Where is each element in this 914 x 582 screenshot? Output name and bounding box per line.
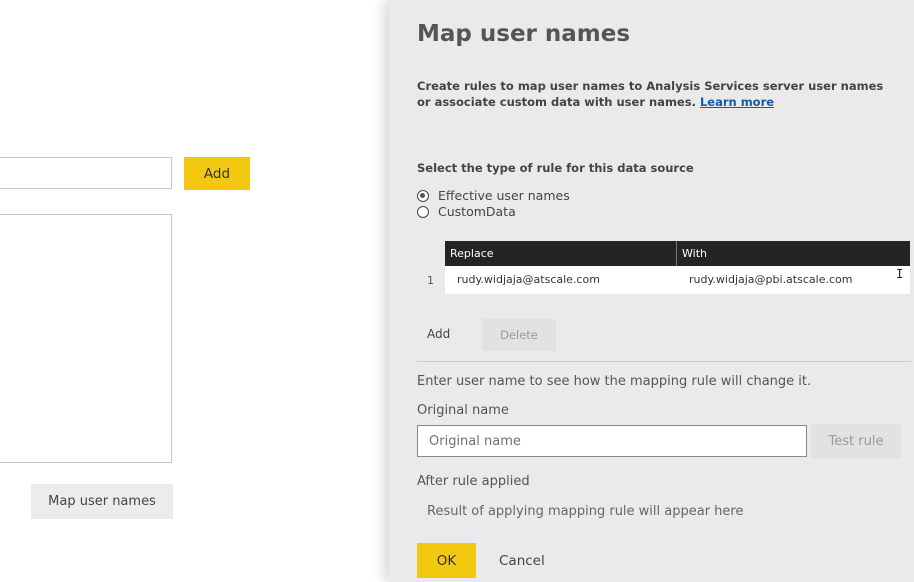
- rules-table-header: Replace With: [445, 241, 910, 266]
- result-text: Result of applying mapping rule will app…: [427, 504, 744, 519]
- column-header-with: With: [682, 247, 707, 260]
- radio-effective-user-names[interactable]: Effective user names: [417, 188, 570, 203]
- radio-selected-icon[interactable]: [417, 189, 429, 202]
- table-row[interactable]: rudy.widjaja@atscale.com rudy.widjaja@pb…: [445, 266, 910, 294]
- map-user-names-button[interactable]: Map user names: [31, 484, 173, 519]
- radio-label: CustomData: [438, 204, 516, 219]
- map-user-names-panel: Map user names Create rules to map user …: [389, 0, 914, 582]
- add-rule-button[interactable]: Add: [427, 327, 450, 341]
- background-text-input[interactable]: [0, 157, 172, 189]
- cancel-button[interactable]: Cancel: [499, 553, 545, 569]
- after-rule-label: After rule applied: [417, 474, 530, 489]
- test-rule-button[interactable]: Test rule: [811, 424, 901, 458]
- learn-more-link[interactable]: Learn more: [700, 95, 774, 109]
- ok-button[interactable]: OK: [417, 543, 476, 578]
- original-name-input[interactable]: [417, 425, 807, 457]
- background-list-box[interactable]: [0, 214, 172, 463]
- replace-cell[interactable]: rudy.widjaja@atscale.com: [457, 266, 600, 294]
- radio-customdata[interactable]: CustomData: [417, 204, 516, 219]
- description-text: Create rules to map user names to Analys…: [417, 79, 884, 109]
- background-add-button[interactable]: Add: [184, 157, 250, 190]
- row-number: 1: [427, 274, 434, 287]
- divider: [417, 361, 911, 362]
- test-hint-text: Enter user name to see how the mapping r…: [417, 374, 812, 389]
- panel-description: Create rules to map user names to Analys…: [417, 78, 897, 110]
- radio-unselected-icon[interactable]: [417, 205, 429, 218]
- delete-rule-button[interactable]: Delete: [482, 319, 556, 351]
- original-name-label: Original name: [417, 403, 509, 418]
- panel-title: Map user names: [417, 21, 631, 47]
- radio-label: Effective user names: [438, 188, 570, 203]
- column-header-replace: Replace: [445, 241, 677, 266]
- text-cursor-icon: I: [896, 267, 904, 281]
- with-cell[interactable]: rudy.widjaja@pbi.atscale.com: [689, 266, 852, 294]
- rule-type-label: Select the type of rule for this data so…: [417, 161, 694, 175]
